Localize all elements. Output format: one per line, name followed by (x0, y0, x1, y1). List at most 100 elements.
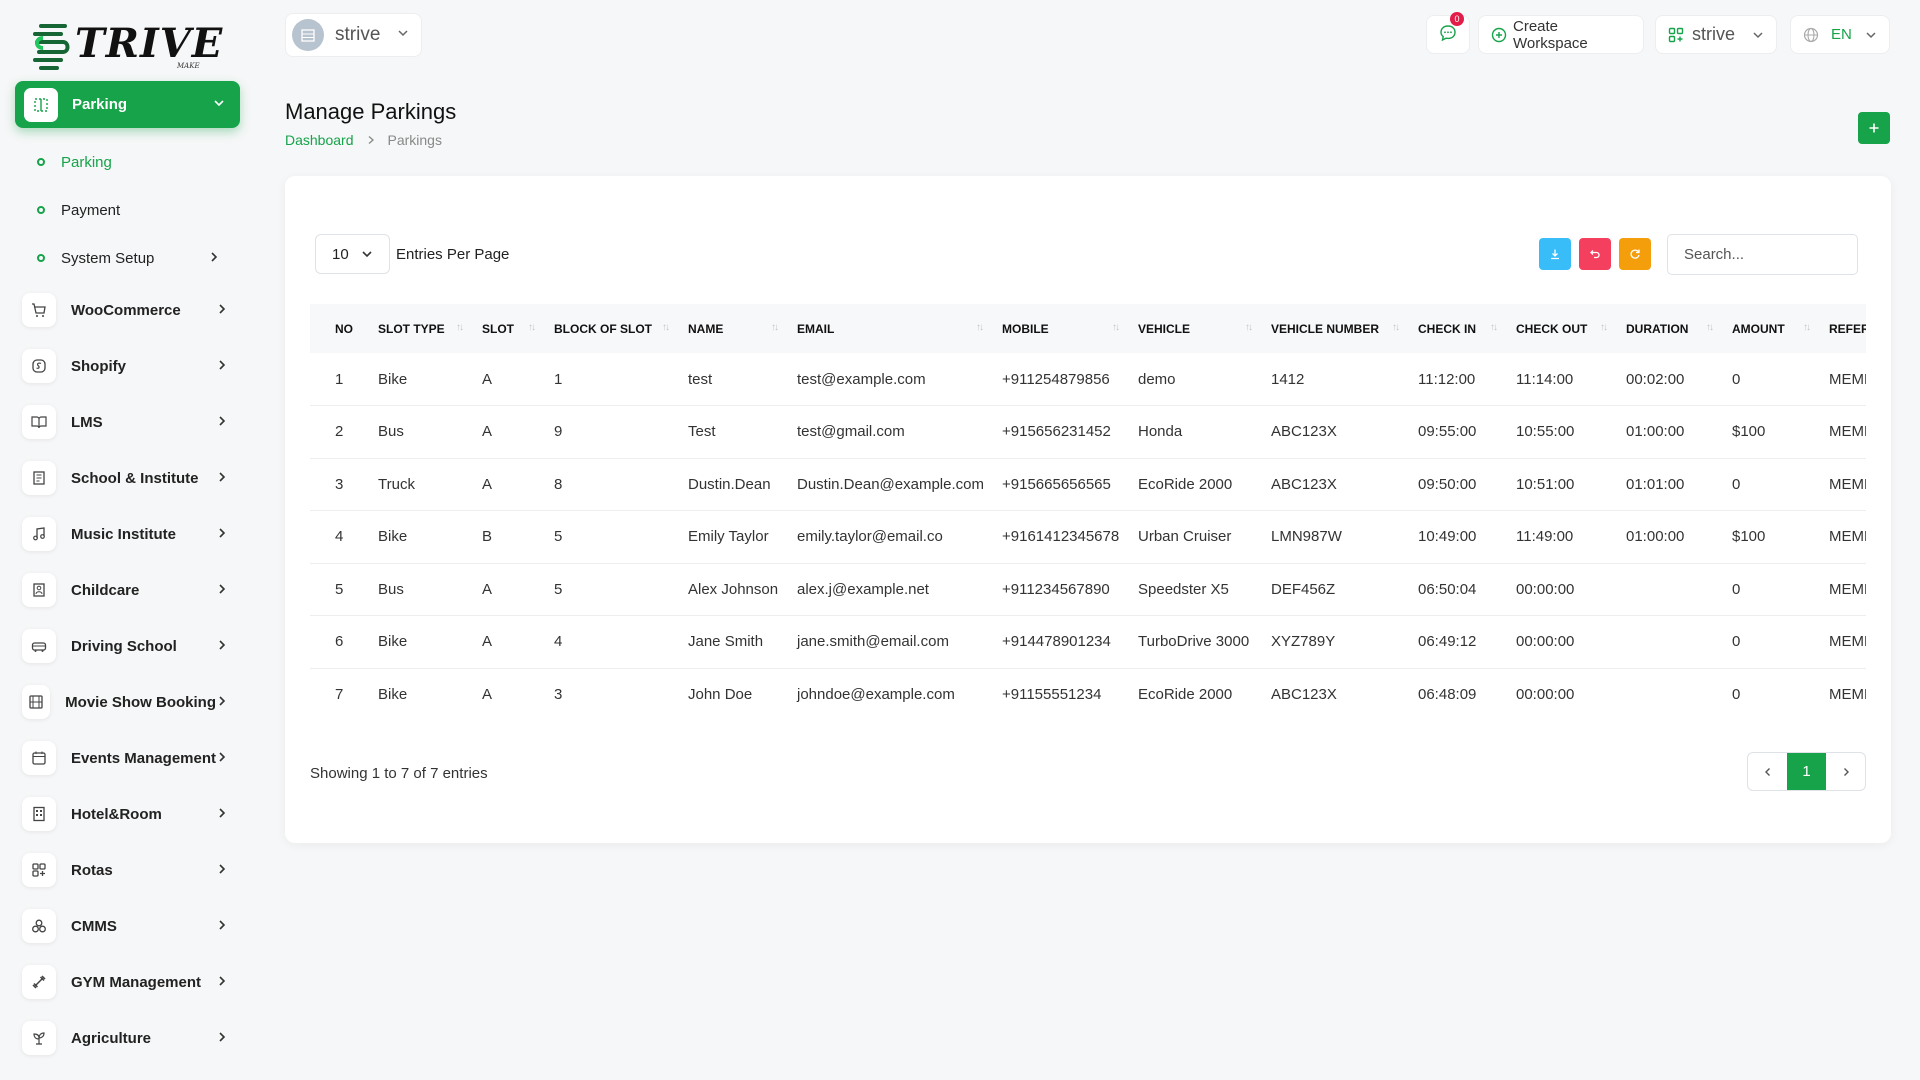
search-input[interactable] (1667, 234, 1858, 275)
sidebar-item-parking[interactable]: Parking (15, 81, 240, 128)
undo-icon (1589, 248, 1601, 260)
sidebar-item-agriculture[interactable]: Agriculture (15, 1010, 240, 1066)
column-header-slot[interactable]: SLOT ↑↓ (470, 304, 542, 353)
table-cell: +9161412345678 (990, 510, 1126, 564)
sidebar-item-woocommerce[interactable]: WooCommerce (15, 282, 240, 338)
notification-badge: 0 (1450, 12, 1464, 26)
column-header-vehicle-number[interactable]: VEHICLE NUMBER ↑↓ (1259, 304, 1406, 353)
sidebar-item-label: Driving School (71, 637, 177, 655)
table-cell: Bus (366, 405, 470, 459)
bullet-icon (37, 206, 45, 214)
sort-icon: ↑↓ (1490, 322, 1498, 333)
music-icon (22, 517, 56, 551)
sidebar-item-school-institute[interactable]: School & Institute (15, 450, 240, 506)
sidebar-item-label: Hotel&Room (71, 805, 162, 823)
sidebar-item-label: Movie Show Booking (65, 693, 216, 711)
refresh-button[interactable] (1619, 238, 1651, 270)
sidebar-item-childcare[interactable]: Childcare (15, 562, 240, 618)
table-cell: 3 (310, 458, 366, 511)
table-cell: 1 (542, 353, 676, 406)
pagination-prev-button[interactable] (1748, 753, 1787, 790)
table-row: 2 Bus A 9 Test test@gmail.com +915656231… (310, 405, 1866, 459)
column-header-mobile[interactable]: MOBILE ↑↓ (990, 304, 1126, 353)
workspace-switch-label: strive (1692, 24, 1736, 44)
undo-button[interactable] (1579, 238, 1611, 270)
refresh-icon (1629, 248, 1641, 260)
sort-icon: ↑↓ (976, 322, 984, 333)
table-cell: 7 (310, 668, 366, 718)
column-header-block-of-slot[interactable]: BLOCK OF SLOT ↑↓ (542, 304, 676, 353)
sidebar-item-lms[interactable]: LMS (15, 394, 240, 450)
table-cell: $100 (1720, 510, 1817, 564)
chevron-right-icon (216, 526, 228, 543)
workspace-switch-dropdown[interactable]: strive (1655, 15, 1777, 54)
strive-logo[interactable]: TRIVE MAKE (31, 18, 222, 74)
column-header-check-out[interactable]: CHECK OUT ↑↓ (1504, 304, 1614, 353)
sidebar-subitem-system-setup[interactable]: System Setup (15, 234, 240, 282)
table-cell: ABC123X (1259, 668, 1406, 718)
sort-icon: ↑↓ (456, 322, 464, 333)
sidebar-item-gym-management[interactable]: GYM Management (15, 954, 240, 1010)
sidebar-item-movie-show-booking[interactable]: Movie Show Booking (15, 674, 240, 730)
sidebar-item-label: GYM Management (71, 973, 202, 991)
column-header-amount[interactable]: AMOUNT ↑↓ (1720, 304, 1817, 353)
entries-select[interactable]: 10 (315, 234, 390, 274)
column-header-duration[interactable]: DURATION ↑↓ (1614, 304, 1720, 353)
sort-icon: ↑↓ (1112, 322, 1120, 333)
table-cell: ABC123X (1259, 458, 1406, 511)
workspace-selector[interactable]: strive (285, 13, 422, 57)
messages-button[interactable]: 0 (1426, 12, 1470, 54)
plus-circle-icon (1491, 27, 1507, 43)
language-dropdown[interactable]: EN (1790, 15, 1890, 54)
sidebar-subitem-payment[interactable]: Payment (15, 186, 240, 234)
export-button[interactable] (1539, 238, 1571, 270)
table-cell: 4 (542, 615, 676, 669)
table-row: 5 Bus A 5 Alex Johnson alex.j@example.ne… (310, 563, 1866, 616)
table-cell: A (470, 615, 542, 669)
pagination-page-button[interactable]: 1 (1787, 753, 1826, 790)
table-cell: A (470, 353, 542, 406)
workspace-name: strive (335, 24, 381, 45)
column-header-email[interactable]: EMAIL ↑↓ (785, 304, 990, 353)
sidebar-item-driving-school[interactable]: Driving School (15, 618, 240, 674)
table-cell: 01:00:00 (1614, 510, 1720, 564)
sidebar-item-rotas[interactable]: Rotas (15, 842, 240, 898)
chevron-right-icon (216, 358, 228, 375)
breadcrumb-dashboard-link[interactable]: Dashboard (285, 132, 354, 148)
parking-icon (24, 87, 58, 122)
create-workspace-button[interactable]: Create Workspace (1478, 15, 1644, 54)
sidebar-item-shopify[interactable]: Shopify (15, 338, 240, 394)
table-cell: TurboDrive 3000 (1126, 615, 1259, 669)
table-cell: 0 (1720, 615, 1817, 669)
table-cell: John Doe (676, 668, 785, 718)
chevron-right-icon (216, 918, 228, 935)
sidebar-item-hotel-room[interactable]: Hotel&Room (15, 786, 240, 842)
table-row: 4 Bike B 5 Emily Taylor emily.taylor@ema… (310, 510, 1866, 564)
column-header-slot-type[interactable]: SLOT TYPE ↑↓ (366, 304, 470, 353)
pagination-next-button[interactable] (1826, 753, 1865, 790)
table-cell: 0 (1720, 668, 1817, 718)
column-header-no[interactable]: NO (310, 304, 366, 353)
chevron-right-icon (216, 582, 228, 599)
table-cell: 06:50:04 (1406, 563, 1504, 616)
table-cell: 1 (310, 353, 366, 406)
table-cell: MEMB (1817, 458, 1866, 511)
sidebar-item-cmms[interactable]: CMMS (15, 898, 240, 954)
workspace-avatar (292, 19, 324, 51)
add-parking-button[interactable] (1858, 112, 1890, 144)
sidebar-subitem-parking[interactable]: Parking (15, 138, 240, 186)
column-header-vehicle[interactable]: VEHICLE ↑↓ (1126, 304, 1259, 353)
hotel-icon (22, 797, 56, 831)
sidebar-item-music-institute[interactable]: Music Institute (15, 506, 240, 562)
table-cell: DEF456Z (1259, 563, 1406, 616)
column-header-refer[interactable]: REFER (1817, 304, 1866, 353)
sidebar-item-label: School & Institute (71, 469, 199, 487)
table-cell: 0 (1720, 353, 1817, 406)
table-cell: MEMB (1817, 405, 1866, 459)
column-header-name[interactable]: NAME ↑↓ (676, 304, 785, 353)
bullet-icon (37, 254, 45, 262)
table-cell: 5 (310, 563, 366, 616)
column-header-check-in[interactable]: CHECK IN ↑↓ (1406, 304, 1504, 353)
sidebar-item-events-management[interactable]: Events Management (15, 730, 240, 786)
parkings-card: 10 Entries Per Page NO S (285, 176, 1891, 843)
